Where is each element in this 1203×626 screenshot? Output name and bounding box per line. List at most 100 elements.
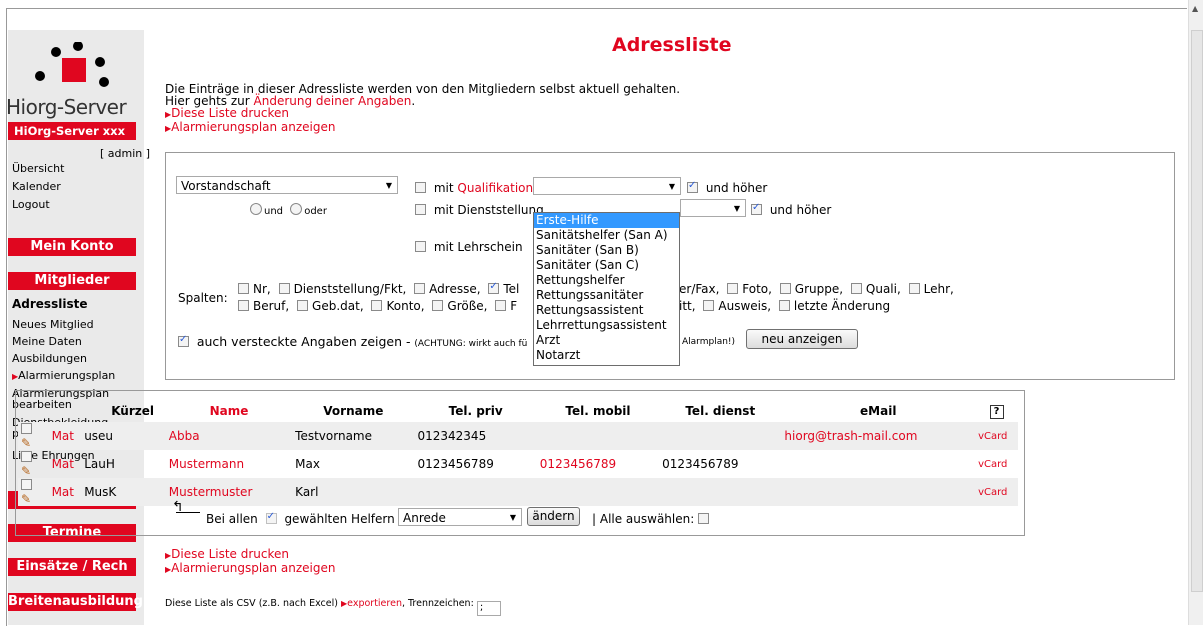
radio-und[interactable] xyxy=(250,203,262,215)
col-quali-checkbox[interactable] xyxy=(850,283,862,294)
qualifikation-label[interactable]: Qualifikation xyxy=(457,181,533,195)
header-tel-dienst[interactable]: Tel. dienst xyxy=(659,400,781,422)
col-gebdat-checkbox[interactable] xyxy=(297,300,309,311)
row-vcard[interactable]: vCard xyxy=(975,478,1018,506)
footer-alarm-row[interactable]: ▶Alarmierungsplan anzeigen xyxy=(165,562,336,576)
csv-export-link[interactable]: exportieren xyxy=(347,598,402,609)
hidden-entries-checkbox[interactable] xyxy=(178,334,189,347)
pencil-icon[interactable]: ✎ xyxy=(21,464,31,478)
dienststellung-hoeher-checkbox[interactable] xyxy=(751,202,762,215)
col-tel-checkbox[interactable] xyxy=(488,281,500,294)
header-tel-mobil[interactable]: Tel. mobil xyxy=(537,400,659,422)
pencil-icon[interactable]: ✎ xyxy=(21,436,31,450)
qualifikation-checkbox[interactable] xyxy=(415,182,426,193)
row-mat[interactable]: Mat xyxy=(48,478,82,506)
scrollbar[interactable]: ▲ xyxy=(1188,0,1203,625)
row-name[interactable]: Abba xyxy=(165,422,293,450)
dienststellung-checkbox[interactable] xyxy=(415,204,426,215)
row-name[interactable]: Mustermann xyxy=(166,450,292,478)
bulk-action-select[interactable]: Anrede ▼ xyxy=(398,508,522,526)
option-rettungsassistent[interactable]: Rettungsassistent xyxy=(534,303,679,318)
row-tel-priv: 012342345 xyxy=(414,422,537,450)
nav-einsaetze[interactable]: Einsätze / Rech xyxy=(8,558,136,576)
nav-ausbildungen[interactable]: Ausbildungen xyxy=(12,352,87,365)
pencil-icon[interactable]: ✎ xyxy=(21,492,31,506)
col-ausweis-checkbox[interactable] xyxy=(703,300,715,311)
nav-meine-daten[interactable]: Meine Daten xyxy=(12,335,82,348)
col-nr-checkbox[interactable] xyxy=(238,283,249,294)
row-mat[interactable]: Mat xyxy=(48,422,82,450)
row-checkbox[interactable] xyxy=(21,451,32,462)
col-letzte-aenderung-checkbox[interactable] xyxy=(778,300,790,311)
row-mat[interactable]: Mat xyxy=(49,450,82,478)
qualifikation-hoeher-checkbox[interactable] xyxy=(687,180,698,193)
option-san-b[interactable]: Sanitäter (San B) xyxy=(534,243,679,258)
aendern-button[interactable]: ändern xyxy=(527,507,580,526)
option-san-a[interactable]: Sanitätshelfer (San A) xyxy=(534,228,679,243)
print-link[interactable]: Diese Liste drucken xyxy=(171,106,289,120)
nav-mitglieder[interactable]: Mitglieder xyxy=(8,272,136,290)
alarm-link[interactable]: Alarmierungsplan anzeigen xyxy=(171,120,335,134)
row-vcard[interactable]: vCard xyxy=(975,450,1018,478)
header-email[interactable]: eMail xyxy=(781,400,975,422)
group-select[interactable]: Vorstandschaft ▼ xyxy=(176,176,398,194)
row-kuerzel: LauH xyxy=(84,457,115,471)
footer-print-row[interactable]: ▶Diese Liste drucken xyxy=(165,548,336,562)
refresh-button[interactable]: neu anzeigen xyxy=(746,329,858,349)
qualifikation-dropdown[interactable]: Erste-Hilfe Sanitätshelfer (San A) Sanit… xyxy=(533,212,680,366)
col-konto-checkbox[interactable] xyxy=(371,300,383,311)
nav-uebersicht[interactable]: Übersicht xyxy=(12,162,64,175)
row-email[interactable] xyxy=(781,478,976,506)
row-vcard[interactable]: vCard xyxy=(975,422,1018,450)
print-link-row[interactable]: ▶Diese Liste drucken xyxy=(165,107,680,121)
help-icon[interactable]: ? xyxy=(989,405,1004,419)
alarm-link-row[interactable]: ▶Alarmierungsplan anzeigen xyxy=(165,121,680,135)
option-notarzt[interactable]: Notarzt xyxy=(534,348,679,363)
col-foto-checkbox[interactable] xyxy=(727,283,739,294)
nav-logout[interactable]: Logout xyxy=(12,198,50,211)
col-groesse-checkbox[interactable] xyxy=(432,300,444,311)
dienststellung-select[interactable]: ▼ xyxy=(680,199,746,217)
col-konto-label: Konto, xyxy=(386,299,425,313)
footer-alarm-link[interactable]: Alarmierungsplan anzeigen xyxy=(171,561,335,575)
nav-alarmierungsplan[interactable]: ▶Alarmierungsplan xyxy=(12,369,115,382)
col-adresse-checkbox[interactable] xyxy=(414,283,426,294)
row-email[interactable] xyxy=(781,450,975,478)
row-checkbox[interactable] xyxy=(21,479,32,490)
row-tel-mobil[interactable]: 0123456789 xyxy=(537,450,659,478)
lehrschein-checkbox[interactable] xyxy=(415,241,426,252)
select-all-row: | Alle auswählen: xyxy=(592,512,713,526)
select-all-checkbox[interactable] xyxy=(698,513,710,524)
option-rettungssanitaeter[interactable]: Rettungssanitäter xyxy=(534,288,679,303)
col-f-checkbox[interactable] xyxy=(495,300,507,311)
option-lehrrettungsassistent[interactable]: Lehrrettungsassistent xyxy=(534,318,679,333)
option-erste-hilfe[interactable]: Erste-Hilfe xyxy=(534,213,679,228)
row-checkbox[interactable] xyxy=(21,423,32,434)
row-name[interactable]: Mustermuster xyxy=(165,478,293,506)
separator-input[interactable]: ; xyxy=(476,601,501,616)
header-name[interactable]: Name xyxy=(166,400,292,422)
scroll-up-icon[interactable]: ▲ xyxy=(1192,4,1198,13)
row-select: ✎ xyxy=(18,478,49,506)
row-email[interactable]: hiorg@trash-mail.com xyxy=(781,422,976,450)
nav-mein-konto[interactable]: Mein Konto xyxy=(8,238,136,256)
scrollbar-thumb[interactable] xyxy=(1191,30,1203,592)
footer-print-link[interactable]: Diese Liste drucken xyxy=(171,547,289,561)
radio-oder[interactable] xyxy=(290,203,303,215)
col-gruppe-label: Gruppe, xyxy=(794,282,844,296)
qualifikation-select[interactable]: ▼ xyxy=(533,177,681,195)
col-gruppe-checkbox[interactable] xyxy=(779,283,791,294)
option-arzt[interactable]: Arzt xyxy=(534,333,679,348)
col-lehr-checkbox[interactable] xyxy=(908,283,920,294)
header-vorname[interactable]: Vorname xyxy=(292,400,414,422)
nav-kalender[interactable]: Kalender xyxy=(12,180,61,193)
nav-adressliste[interactable]: Adressliste xyxy=(12,297,87,311)
nav-neues-mitglied[interactable]: Neues Mitglied xyxy=(12,318,94,331)
col-dienststellung-checkbox[interactable] xyxy=(278,283,290,294)
header-tel-priv[interactable]: Tel. priv xyxy=(414,400,536,422)
col-beruf-checkbox[interactable] xyxy=(238,300,249,311)
option-rettungshelfer[interactable]: Rettungshelfer xyxy=(534,273,679,288)
nav-breitenausbildung[interactable]: Breitenausbildung xyxy=(8,593,143,611)
header-kuerzel[interactable]: Kürzel xyxy=(81,400,166,422)
option-san-c[interactable]: Sanitäter (San C) xyxy=(534,258,679,273)
